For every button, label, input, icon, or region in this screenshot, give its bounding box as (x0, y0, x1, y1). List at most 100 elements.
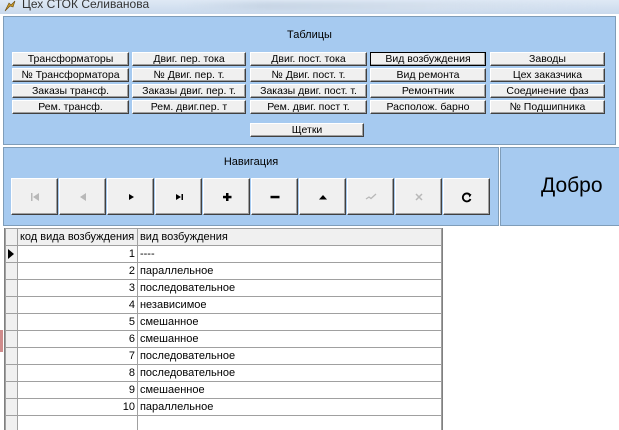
title-bar-blur (180, 2, 600, 10)
cell-excitation-type[interactable]: параллельное (136, 398, 442, 416)
grid-header-indicator (5, 228, 18, 246)
table-row[interactable]: 10 параллельное (5, 398, 442, 416)
triangle-up-icon (318, 194, 327, 199)
next-icon (128, 193, 134, 200)
customer-shop-button[interactable]: Цех заказчика (490, 68, 605, 82)
cell-excitation-type[interactable]: последовательное (136, 347, 442, 365)
left-edge-marker (0, 330, 3, 352)
table-row[interactable]: 9 смешаенное (5, 381, 442, 399)
ac-motors-button[interactable]: Двиг. пер. тока (132, 52, 246, 66)
grid-table: код вида возбуждения вид возбуждения 1 --… (5, 228, 442, 430)
welcome-panel: Добро (500, 147, 619, 226)
drum-location-button[interactable]: Располож. барно (370, 100, 486, 114)
ac-motor-repair-button[interactable]: Рем. двиг.пер. т (132, 100, 246, 114)
table-row[interactable]: 2 параллельное (5, 262, 442, 280)
transformer-number-button[interactable]: № Трансформатора (12, 68, 129, 82)
excitation-type-button[interactable]: Вид возбуждения (370, 52, 486, 66)
dc-motor-repair-button[interactable]: Рем. двиг. пост т. (250, 100, 367, 114)
delete-record-button[interactable] (251, 178, 298, 215)
next-record-button[interactable] (107, 178, 154, 215)
refresh-icon (461, 192, 471, 202)
title-bar: Цех СТОК Селиванова (0, 0, 619, 14)
plants-button[interactable]: Заводы (490, 52, 605, 66)
empty-row (5, 415, 442, 430)
row-indicator[interactable] (5, 330, 18, 348)
data-grid[interactable]: код вида возбуждения вид возбуждения 1 --… (4, 228, 443, 430)
table-row[interactable]: 1 ---- (5, 245, 442, 263)
current-row-pointer-icon (8, 249, 15, 259)
first-icon (30, 192, 39, 201)
cell-code[interactable]: 5 (16, 313, 138, 331)
app-icon (4, 0, 16, 12)
first-record-button[interactable] (11, 178, 58, 215)
cell-code[interactable]: 4 (16, 296, 138, 314)
insert-record-button[interactable] (203, 178, 250, 215)
cell-code[interactable]: 9 (16, 381, 138, 399)
cell-excitation-type[interactable]: смешанное (136, 330, 442, 348)
phase-connection-button[interactable]: Соединение фаз (490, 84, 605, 98)
row-indicator[interactable] (5, 398, 18, 416)
x-icon (414, 192, 423, 201)
cell-code[interactable]: 7 (16, 347, 138, 365)
transformer-repair-button[interactable]: Рем. трансф. (12, 100, 129, 114)
ac-motor-orders-button[interactable]: Заказы двиг. пер. т. (132, 84, 246, 98)
post-record-button[interactable] (347, 178, 394, 215)
column-header-code[interactable]: код вида возбуждения (16, 228, 138, 246)
table-row[interactable]: 3 последовательное (5, 279, 442, 297)
navigator-panel: Навигация (3, 147, 499, 226)
refresh-button[interactable] (443, 178, 490, 215)
welcome-text: Добро (541, 174, 603, 197)
row-indicator[interactable] (5, 364, 18, 382)
table-row[interactable]: 5 смешанное (5, 313, 442, 331)
edit-record-button[interactable] (299, 178, 346, 215)
cell-code[interactable]: 8 (16, 364, 138, 382)
cell-excitation-type[interactable]: последовательное (136, 364, 442, 382)
navigator-title: Навигация (223, 156, 279, 168)
repair-type-button[interactable]: Вид ремонта (370, 68, 486, 82)
table-row[interactable]: 6 смешанное (5, 330, 442, 348)
cell-code[interactable]: 1 (16, 245, 138, 263)
dc-motor-number-button[interactable]: № Двиг. пост. т. (250, 68, 367, 82)
cell-code[interactable]: 10 (16, 398, 138, 416)
table-row[interactable]: 7 последовательное (5, 347, 442, 365)
checkmark-icon (365, 193, 376, 200)
prior-icon (79, 192, 86, 201)
ac-motor-number-button[interactable]: № Двиг. пер. т. (132, 68, 246, 82)
cell-excitation-type[interactable]: параллельное (136, 262, 442, 280)
dc-motor-orders-button[interactable]: Заказы двиг. пост. т. (250, 84, 367, 98)
last-record-button[interactable] (155, 178, 202, 215)
row-indicator[interactable] (5, 262, 18, 280)
brushes-button[interactable]: Щетки (250, 123, 364, 137)
cell-excitation-type[interactable]: смешаенное (136, 381, 442, 399)
cell-code[interactable]: 3 (16, 279, 138, 297)
table-row[interactable]: 8 последовательное (5, 364, 442, 382)
row-indicator[interactable] (5, 313, 18, 331)
cell-empty (136, 415, 442, 430)
cancel-edit-button[interactable] (395, 178, 442, 215)
row-indicator[interactable] (5, 245, 18, 263)
prior-record-button[interactable] (59, 178, 106, 215)
last-icon (175, 193, 183, 200)
repairman-button[interactable]: Ремонтник (370, 84, 486, 98)
transformer-orders-button[interactable]: Заказы трансф. (12, 84, 129, 98)
cell-excitation-type[interactable]: независимое (136, 296, 442, 314)
row-indicator[interactable] (5, 347, 18, 365)
bearing-number-button[interactable]: № Подшипника (490, 100, 605, 114)
transformers-button[interactable]: Трансформаторы (12, 52, 129, 66)
row-indicator[interactable] (5, 381, 18, 399)
cell-code[interactable]: 6 (16, 330, 138, 348)
cell-excitation-type[interactable]: ---- (136, 245, 442, 263)
row-indicator[interactable] (5, 279, 18, 297)
cell-code[interactable]: 2 (16, 262, 138, 280)
table-row[interactable]: 4 независимое (5, 296, 442, 314)
row-indicator[interactable] (5, 296, 18, 314)
tables-panel: Таблицы Трансформаторы Двиг. пер. тока Д… (3, 16, 616, 145)
tables-panel-title: Таблицы (287, 29, 332, 41)
dc-motors-button[interactable]: Двиг. пост. тока (250, 52, 367, 66)
cell-excitation-type[interactable]: смешанное (136, 313, 442, 331)
column-header-type[interactable]: вид возбуждения (136, 228, 442, 246)
cell-excitation-type[interactable]: последовательное (136, 279, 442, 297)
window-title: Цех СТОК Селиванова (22, 0, 150, 11)
minus-icon (270, 195, 279, 198)
row-indicator (5, 415, 18, 430)
